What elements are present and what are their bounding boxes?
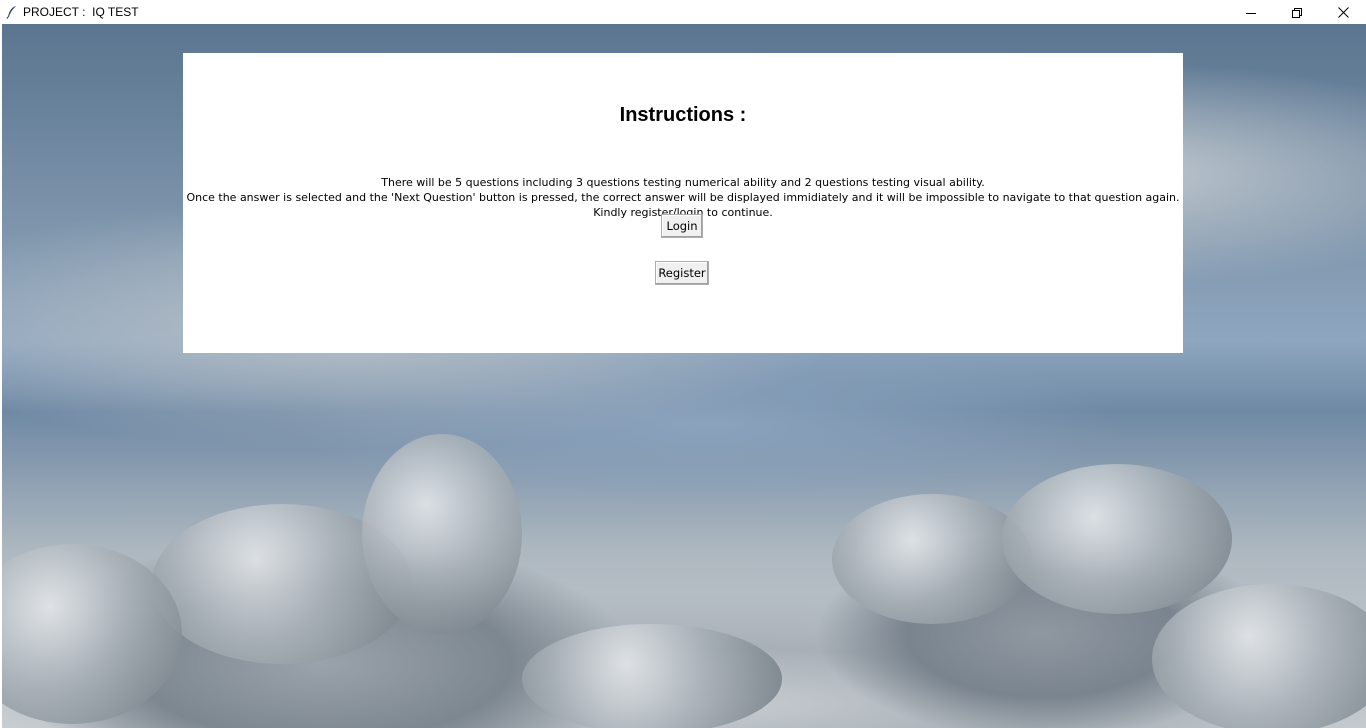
restore-button[interactable] xyxy=(1274,0,1320,24)
title-bar[interactable]: PROJECT : IQ TEST xyxy=(0,0,1366,24)
minimize-icon xyxy=(1246,3,1256,22)
instruction-line: There will be 5 questions including 3 qu… xyxy=(381,176,985,189)
register-button[interactable]: Register xyxy=(655,261,709,285)
cloud-shape xyxy=(832,494,1032,624)
restore-icon xyxy=(1292,3,1302,22)
instructions-panel: Instructions : There will be 5 questions… xyxy=(183,53,1183,353)
feather-icon xyxy=(4,4,20,20)
instructions-title: Instructions : xyxy=(619,104,747,126)
background-image: Instructions : There will be 5 questions… xyxy=(2,24,1366,728)
lion-cloud-shape xyxy=(362,434,522,634)
login-button[interactable]: Login xyxy=(661,214,703,238)
cloud-shape xyxy=(522,624,782,728)
close-icon xyxy=(1337,3,1349,22)
cloud-shape xyxy=(1002,464,1232,614)
window-controls xyxy=(1228,0,1366,24)
cloud-shape xyxy=(1152,584,1366,728)
app-window: PROJECT : IQ TEST Instructions: There w… xyxy=(0,0,1366,728)
instruction-line: Once the answer is selected and the 'Nex… xyxy=(186,191,1180,204)
close-button[interactable] xyxy=(1320,0,1366,24)
window-title: PROJECT : IQ TEST xyxy=(23,5,139,19)
minimize-button[interactable] xyxy=(1228,0,1274,24)
